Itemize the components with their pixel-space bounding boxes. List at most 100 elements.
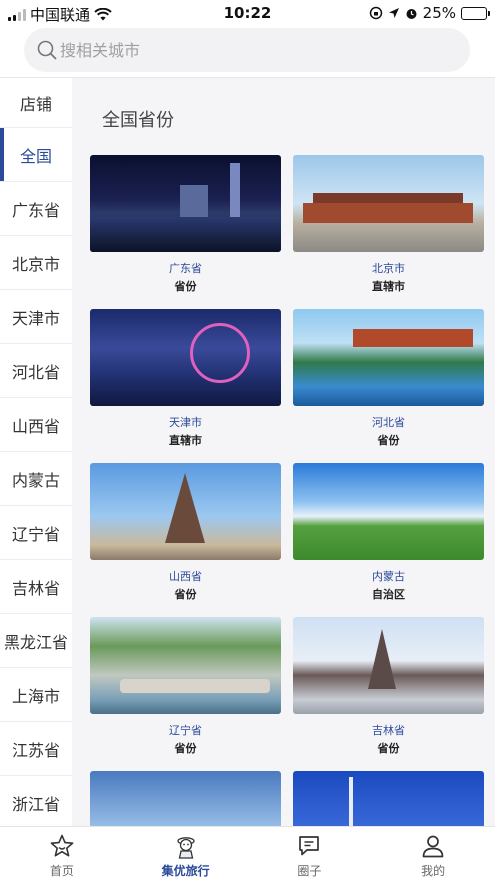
search-box[interactable] <box>24 28 470 72</box>
province-type: 自治区 <box>372 588 405 601</box>
sidebar-item[interactable]: 辽宁省 <box>0 506 72 560</box>
province-photo <box>90 309 281 406</box>
sidebar-item[interactable]: 北京市 <box>0 236 72 290</box>
sidebar-item[interactable]: 江苏省 <box>0 722 72 776</box>
province-type: 省份 <box>377 742 400 755</box>
photo-detail <box>349 777 353 826</box>
tab-circle[interactable]: 圈子 <box>248 827 372 881</box>
province-photo <box>293 463 484 560</box>
chat-icon <box>299 836 320 856</box>
sidebar-item[interactable]: 山西省 <box>0 398 72 452</box>
photo-detail <box>120 679 270 693</box>
province-photo <box>90 617 281 714</box>
sidebar-item-label: 浙江省 <box>11 794 60 814</box>
sidebar-item-label: 江苏省 <box>11 740 60 760</box>
province-name: 内蒙古 <box>372 570 405 583</box>
photo-detail <box>190 323 250 383</box>
province-card[interactable] <box>90 771 281 826</box>
province-card[interactable]: 天津市 直辖市 <box>90 309 281 459</box>
search-icon <box>37 40 57 60</box>
photo-detail <box>165 473 205 543</box>
photo-detail <box>313 193 463 203</box>
tab-label: 集优旅行 <box>161 864 210 878</box>
sidebar-item[interactable]: 全国 <box>0 128 72 182</box>
sidebar-item[interactable]: 内蒙古 <box>0 452 72 506</box>
mascot-icon <box>176 837 195 859</box>
province-photo <box>293 771 484 826</box>
province-card[interactable] <box>293 771 484 826</box>
sidebar-item[interactable]: 吉林省 <box>0 560 72 614</box>
province-grid-panel: 全国省份 广东省 省份 北京市 直辖市 天津市 直辖市 河北省 省份 山西省 省份 内蒙古 自治区 辽宁… <box>72 78 495 826</box>
sidebar-item-label: 内蒙古 <box>11 470 60 490</box>
user-icon <box>422 835 444 858</box>
province-name: 天津市 <box>169 416 202 429</box>
province-photo <box>90 771 281 826</box>
sidebar-item[interactable]: 上海市 <box>0 668 72 722</box>
sidebar-item-label: 全国 <box>19 146 52 166</box>
location-icon <box>388 8 399 18</box>
province-name: 北京市 <box>372 262 405 275</box>
battery-icon <box>461 6 490 20</box>
province-name: 广东省 <box>169 262 202 275</box>
sidebar-item[interactable]: 河北省 <box>0 344 72 398</box>
tab-label: 圈子 <box>297 864 322 878</box>
province-card[interactable]: 吉林省 省份 <box>293 617 484 767</box>
province-name: 吉林省 <box>372 724 405 737</box>
photo-detail <box>90 217 281 252</box>
province-card[interactable]: 辽宁省 省份 <box>90 617 281 767</box>
province-card[interactable]: 内蒙古 自治区 <box>293 463 484 613</box>
tab-home[interactable]: 首页 <box>0 827 124 881</box>
province-name: 河北省 <box>372 416 405 429</box>
sidebar-item-label: 天津市 <box>11 308 60 328</box>
sidebar-item[interactable]: 店铺 <box>0 78 72 128</box>
province-card[interactable]: 广东省 省份 <box>90 155 281 305</box>
sidebar-item[interactable]: 浙江省 <box>0 776 72 826</box>
province-type: 省份 <box>174 742 197 755</box>
province-type: 省份 <box>377 434 400 447</box>
sidebar-item-label: 山西省 <box>11 416 60 436</box>
province-card[interactable]: 河北省 省份 <box>293 309 484 459</box>
star-icon <box>50 834 74 857</box>
search-input[interactable] <box>60 40 440 60</box>
province-type: 省份 <box>174 588 197 601</box>
bottom-tab-bar: 首页 集优旅行 圈子 我的 <box>0 826 495 881</box>
sidebar-item-label: 店铺 <box>19 94 52 114</box>
province-sidebar: 店铺全国广东省北京市天津市河北省山西省内蒙古辽宁省吉林省黑龙江省上海市江苏省浙江… <box>0 78 72 826</box>
sidebar-item-label: 吉林省 <box>11 578 60 598</box>
photo-detail <box>368 629 396 689</box>
tab-label: 我的 <box>421 864 446 878</box>
province-card[interactable]: 北京市 直辖市 <box>293 155 484 305</box>
province-type: 直辖市 <box>169 434 202 447</box>
province-photo <box>293 309 484 406</box>
battery-percent: 25% <box>422 4 456 22</box>
status-bar: 中国联通 10:22 25% <box>0 0 495 26</box>
province-name: 辽宁省 <box>169 724 202 737</box>
sidebar-item-label: 黑龙江省 <box>3 632 68 652</box>
sidebar-item-label: 北京市 <box>11 254 60 274</box>
sidebar-item[interactable]: 广东省 <box>0 182 72 236</box>
province-photo <box>293 155 484 252</box>
province-photo <box>90 463 281 560</box>
sidebar-item[interactable]: 天津市 <box>0 290 72 344</box>
sidebar-item-label: 辽宁省 <box>11 524 60 544</box>
sidebar-item-label: 广东省 <box>11 200 60 220</box>
section-title: 全国省份 <box>102 110 174 131</box>
province-type: 直辖市 <box>372 280 405 293</box>
tab-travel[interactable]: 集优旅行 <box>124 827 248 881</box>
photo-detail <box>303 203 473 223</box>
province-name: 山西省 <box>169 570 202 583</box>
sidebar-item-label: 上海市 <box>11 686 60 706</box>
search-bar <box>0 26 495 78</box>
tab-label: 首页 <box>49 864 74 878</box>
alarm-icon <box>406 8 417 19</box>
province-photo <box>293 617 484 714</box>
province-type: 省份 <box>174 280 197 293</box>
status-right: 25% <box>369 4 490 22</box>
photo-detail <box>353 329 473 347</box>
sidebar-item[interactable]: 黑龙江省 <box>0 614 72 668</box>
tab-mine[interactable]: 我的 <box>371 827 495 881</box>
rotation-lock-icon <box>369 6 382 20</box>
sidebar-item-label: 河北省 <box>11 362 60 382</box>
province-card[interactable]: 山西省 省份 <box>90 463 281 613</box>
province-photo <box>90 155 281 252</box>
